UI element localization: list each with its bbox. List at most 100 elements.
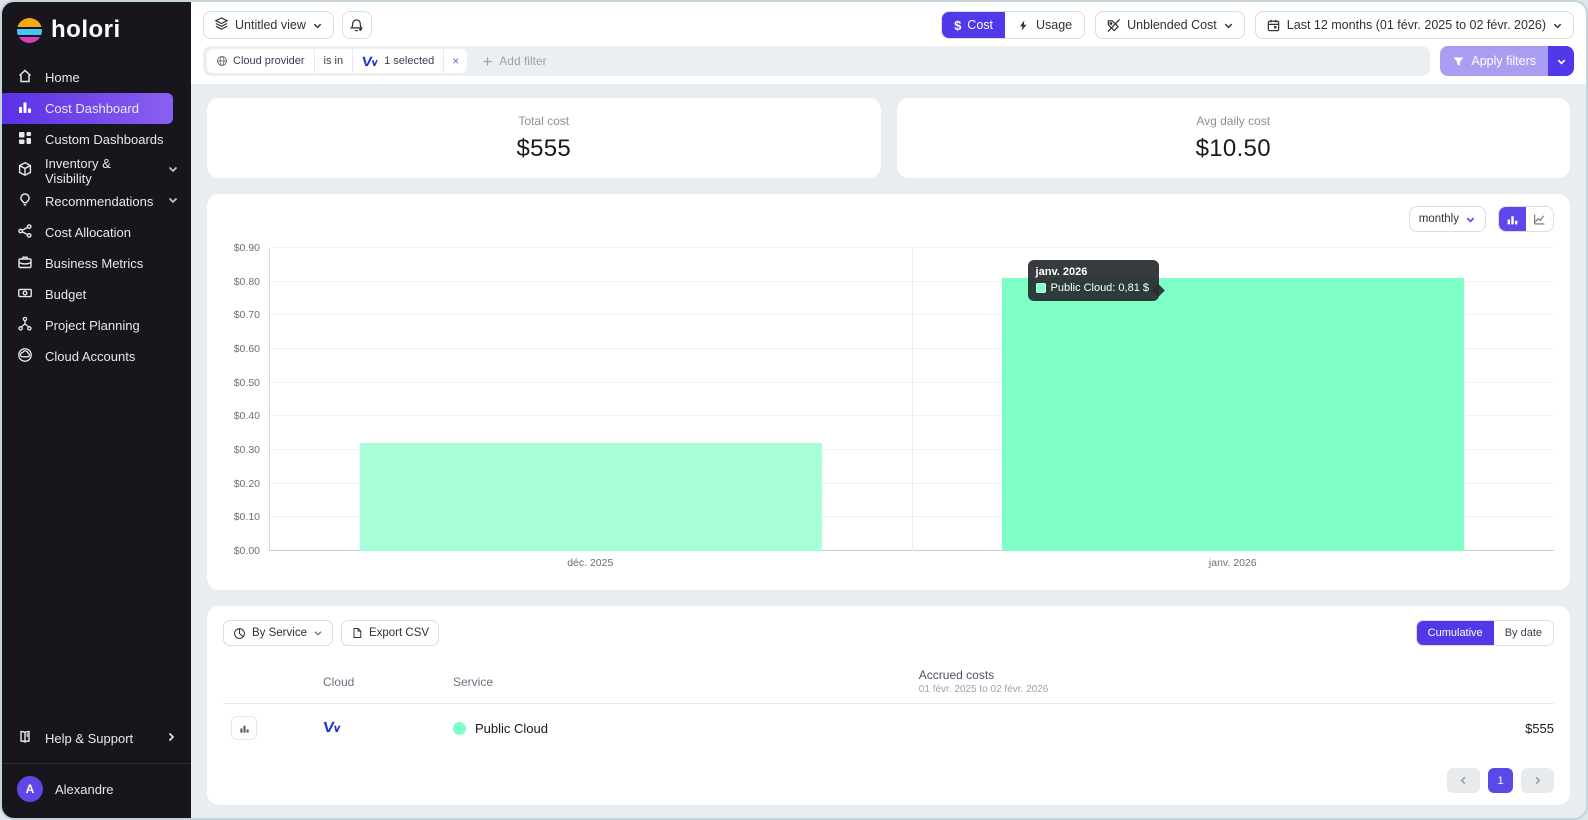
y-axis-tick: $0.60 <box>233 343 260 355</box>
ovhcloud-logo-icon <box>323 721 341 733</box>
date-range-label: Last 12 months (01 févr. 2025 to 02 févr… <box>1286 18 1546 32</box>
apply-filters-label: Apply filters <box>1471 54 1536 68</box>
topbar: Untitled view $ Cost Usage Unblended Cos… <box>191 2 1586 84</box>
chart: $0.00 $0.10 $0.20 $0.30 $0.40 $0.50 $0.60 $0.70… <box>223 242 1555 557</box>
filter-chip-operator[interactable]: is in <box>315 49 354 73</box>
pagination: 1 <box>223 768 1554 793</box>
filter-chip-cloud-provider[interactable]: Cloud provider is in 1 selected × <box>207 49 468 73</box>
column-header-empty <box>223 660 323 704</box>
filter-chip-field[interactable]: Cloud provider <box>207 49 315 73</box>
y-axis-tick: $0.20 <box>233 477 260 490</box>
sidebar-item-label: Business Metrics <box>45 256 144 271</box>
next-page-button[interactable] <box>1521 768 1554 793</box>
sidebar-item-inventory-visibility[interactable]: Inventory & Visibility <box>2 155 191 186</box>
filter-chip-remove-icon[interactable]: × <box>444 54 467 68</box>
briefcase-icon <box>17 254 33 273</box>
chart-y-labels: $0.00 $0.10 $0.20 $0.30 $0.40 $0.50 $0.60 $0.70… <box>223 242 269 557</box>
user-name: Alexandre <box>55 781 114 797</box>
export-csv-button[interactable]: Export CSV <box>340 620 440 646</box>
apply-filters-button[interactable]: Apply filters <box>1440 46 1548 76</box>
current-page-button[interactable]: 1 <box>1488 768 1513 793</box>
chevron-down-icon <box>1224 23 1233 28</box>
column-header-accrued[interactable]: Accrued costs 01 févr. 2025 to 02 févr. … <box>918 660 1554 704</box>
apply-filters-split: Apply filters <box>1440 46 1574 76</box>
tooltip-swatch <box>1035 283 1046 293</box>
y-axis-tick: $0.70 <box>233 309 260 322</box>
cube-icon <box>17 161 33 180</box>
sidebar-item-budget[interactable]: Budget <box>2 279 191 310</box>
by-date-toggle-button[interactable]: By date <box>1493 621 1553 645</box>
chart-tooltip: janv. 2026 Public Cloud: 0,81 $ <box>1027 260 1159 301</box>
cost-toggle-button[interactable]: $ Cost <box>942 12 1005 38</box>
total-cost-value: $555 <box>516 134 572 162</box>
sidebar: holori Home Cost Dashboard Custom Dashboar… <box>2 2 191 818</box>
previous-page-button[interactable] <box>1447 768 1480 793</box>
chart-band <box>911 248 1555 551</box>
group-by-label: By Service <box>252 627 307 639</box>
user-menu[interactable]: A Alexandre <box>2 764 191 818</box>
bar-janv-2026[interactable] <box>1002 278 1465 551</box>
sidebar-item-project-planning[interactable]: Project Planning <box>2 310 191 341</box>
add-filter-button[interactable]: Add filter <box>481 54 547 68</box>
chevron-down-icon <box>1557 59 1565 65</box>
y-axis-tick: $0.00 <box>233 545 260 557</box>
calendar-icon <box>1267 19 1280 31</box>
sidebar-nav: Home Cost Dashboard Custom Dashboards Inven… <box>2 62 191 372</box>
tag-slash-icon <box>1107 18 1121 32</box>
sidebar-item-cost-dashboard[interactable]: Cost Dashboard <box>2 93 173 124</box>
apply-filters-caret-button[interactable] <box>1548 46 1574 76</box>
view-selector[interactable]: Untitled view <box>203 11 334 39</box>
total-cost-label: Total cost <box>518 113 570 128</box>
bar-chart-icon <box>17 99 33 118</box>
granularity-select[interactable]: monthly <box>1408 206 1486 232</box>
y-axis-tick: $0.80 <box>233 275 260 288</box>
chevron-down-icon <box>314 631 322 636</box>
row-chart-toggle-button[interactable] <box>231 716 257 740</box>
alert-bell-button[interactable] <box>341 11 372 39</box>
x-axis-label: janv. 2026 <box>1208 557 1257 569</box>
brand-logo[interactable]: holori <box>2 2 191 54</box>
sidebar-item-home[interactable]: Home <box>2 62 191 93</box>
y-axis-tick: $0.30 <box>233 444 260 456</box>
cost-usage-toggle: $ Cost Usage <box>941 11 1086 39</box>
view-selector-label: Untitled view <box>235 18 306 32</box>
sidebar-item-label: Inventory & Visibility <box>45 155 111 186</box>
usage-toggle-button[interactable]: Usage <box>1005 12 1085 38</box>
group-by-select[interactable]: By Service <box>223 620 333 646</box>
bar-chart-icon <box>1507 215 1518 224</box>
sidebar-item-custom-dashboards[interactable]: Custom Dashboards <box>2 124 191 155</box>
chart-plot: janv. 2026 Public Cloud: 0,81 $ <box>269 247 1555 551</box>
chevron-down-icon <box>313 23 322 28</box>
filter-chip-value[interactable]: 1 selected <box>353 49 445 73</box>
lightbulb-icon <box>17 192 33 211</box>
sidebar-item-label: Budget <box>45 287 87 302</box>
chevron-down-icon <box>1553 23 1562 28</box>
sidebar-item-cost-allocation[interactable]: Cost Allocation <box>2 217 191 248</box>
bell-plus-icon <box>350 18 364 31</box>
cost-toggle-label: Cost <box>967 18 993 32</box>
sidebar-item-cloud-accounts[interactable]: Cloud Accounts <box>2 341 191 372</box>
sidebar-item-business-metrics[interactable]: Business Metrics <box>2 248 191 279</box>
cumulative-toggle-button[interactable]: Cumulative <box>1416 621 1494 645</box>
avg-daily-cost-card: Avg daily cost $10.50 <box>896 98 1570 178</box>
sidebar-item-help-support[interactable]: Help & Support <box>2 721 191 755</box>
y-axis-tick: $0.50 <box>233 376 260 389</box>
main-area: Untitled view $ Cost Usage Unblended Cos… <box>191 2 1586 818</box>
line-chart-icon <box>1534 214 1545 225</box>
sidebar-item-recommendations[interactable]: Recommendations <box>2 186 191 217</box>
table-row[interactable]: Public Cloud $555 <box>223 704 1554 753</box>
bar-d-c-2025[interactable] <box>359 443 822 551</box>
chart-x-labels: déc. 2025 janv. 2026 <box>269 557 1554 569</box>
line-chart-toggle-button[interactable] <box>1526 207 1553 231</box>
date-range-select[interactable]: Last 12 months (01 févr. 2025 to 02 févr… <box>1254 11 1574 39</box>
book-icon <box>17 729 33 748</box>
chevron-right-icon <box>165 731 177 746</box>
banknote-icon <box>17 285 33 304</box>
layers-icon <box>214 16 229 34</box>
avg-daily-cost-value: $10.50 <box>1195 134 1271 162</box>
accrued-cost-value: $555 <box>1525 720 1554 736</box>
bar-chart-toggle-button[interactable] <box>1499 207 1526 231</box>
cost-type-select[interactable]: Unblended Cost <box>1095 11 1245 39</box>
chevron-down-icon <box>167 163 179 178</box>
mini-bar-chart-icon <box>239 725 249 733</box>
